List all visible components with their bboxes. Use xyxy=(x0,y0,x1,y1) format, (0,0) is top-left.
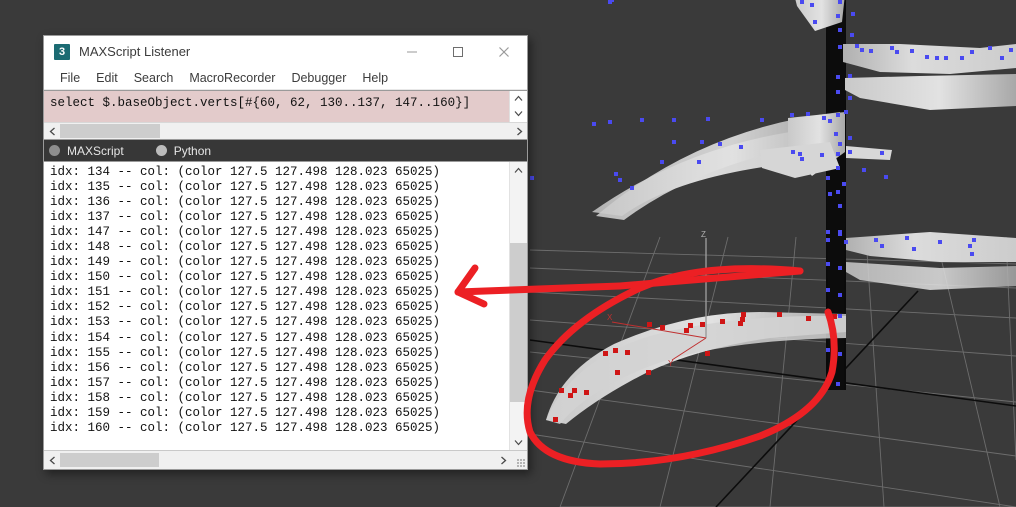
chevron-left-icon xyxy=(49,127,55,135)
minimize-button[interactable] xyxy=(389,36,435,67)
window-titlebar[interactable]: 3 MAXScript Listener xyxy=(44,36,527,67)
resize-grip-icon xyxy=(517,459,525,467)
chevron-up-icon xyxy=(514,95,523,101)
radio-python-label: Python xyxy=(173,143,212,158)
input-hscroll-thumb[interactable] xyxy=(60,124,160,138)
radio-python-icon xyxy=(155,145,167,156)
chevron-down-icon xyxy=(514,111,523,117)
chevron-left-icon xyxy=(49,456,55,464)
radio-option-maxscript[interactable]: MAXScript xyxy=(49,144,124,158)
gizmo-z-label: Z xyxy=(701,230,706,239)
output-log-pane[interactable]: idx: 134 -- col: (color 127.5 127.498 12… xyxy=(44,161,527,450)
chevron-right-icon xyxy=(516,127,522,135)
output-hscroll-track[interactable] xyxy=(60,451,495,469)
window-resize-grip[interactable] xyxy=(511,451,527,469)
close-button[interactable] xyxy=(481,36,527,67)
scroll-left-button[interactable] xyxy=(44,123,60,139)
output-hscroll-thumb[interactable] xyxy=(60,453,159,467)
menu-item-help[interactable]: Help xyxy=(354,71,396,85)
script-input-pane[interactable]: select $.baseObject.verts[#{60, 62, 130.… xyxy=(44,90,527,140)
script-input-field[interactable]: select $.baseObject.verts[#{60, 62, 130.… xyxy=(44,91,509,122)
input-vertical-scrollbar[interactable] xyxy=(509,91,527,122)
chevron-down-icon xyxy=(514,439,523,445)
chevron-up-icon xyxy=(514,167,523,173)
output-scroll-right-button[interactable] xyxy=(495,452,511,468)
radio-option-python[interactable]: Python xyxy=(155,143,212,158)
scroll-up-button[interactable] xyxy=(510,91,527,106)
output-vscroll-track[interactable] xyxy=(510,178,527,434)
input-horizontal-scrollbar[interactable] xyxy=(44,122,527,139)
output-scroll-left-button[interactable] xyxy=(44,452,60,468)
output-scroll-up-button[interactable] xyxy=(510,162,527,178)
menu-item-edit[interactable]: Edit xyxy=(88,71,126,85)
window-controls xyxy=(389,36,527,67)
radio-maxscript-label: MAXScript xyxy=(67,143,124,158)
menu-item-file[interactable]: File xyxy=(52,71,88,85)
maximize-button[interactable] xyxy=(435,36,481,67)
output-scroll-down-button[interactable] xyxy=(510,434,527,450)
input-hscroll-track[interactable] xyxy=(60,123,511,139)
gizmo-x-label: X xyxy=(607,313,613,322)
output-vscroll-thumb[interactable] xyxy=(510,243,527,402)
menu-item-debugger[interactable]: Debugger xyxy=(283,71,354,85)
menu-item-search[interactable]: Search xyxy=(126,71,182,85)
minimize-icon xyxy=(407,51,417,52)
chevron-right-icon xyxy=(500,456,506,464)
scroll-down-button[interactable] xyxy=(510,106,527,121)
maxscript-listener-window[interactable]: 3 MAXScript Listener File Edit Search Ma… xyxy=(43,35,528,470)
gizmo-y-label: Y xyxy=(668,359,674,368)
window-title: MAXScript Listener xyxy=(79,44,191,59)
output-horizontal-scrollbar[interactable] xyxy=(44,450,527,469)
scroll-right-button[interactable] xyxy=(511,123,527,139)
close-icon xyxy=(499,46,509,57)
menu-bar: File Edit Search MacroRecorder Debugger … xyxy=(44,67,527,90)
radio-maxscript-icon xyxy=(49,145,60,156)
app-icon: 3 xyxy=(54,43,70,60)
language-selector: MAXScript Python xyxy=(44,140,527,161)
output-vertical-scrollbar[interactable] xyxy=(509,162,527,450)
output-log-text[interactable]: idx: 134 -- col: (color 127.5 127.498 12… xyxy=(44,162,509,450)
maximize-icon xyxy=(453,46,463,57)
menu-item-macrorecorder[interactable]: MacroRecorder xyxy=(181,71,283,85)
